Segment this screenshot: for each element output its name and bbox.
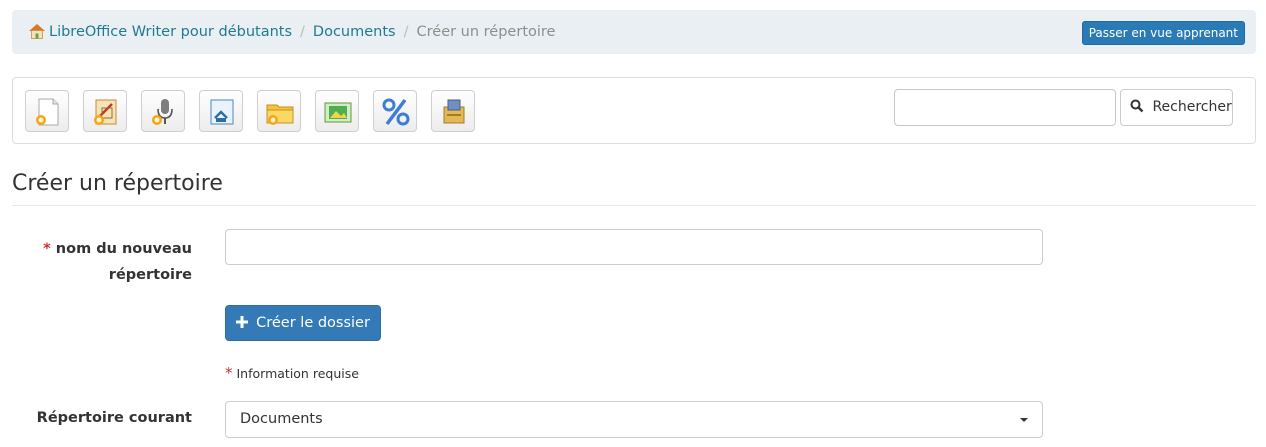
new-folder-button[interactable] — [257, 90, 301, 132]
create-folder-button[interactable]: Créer le dossier — [225, 305, 381, 341]
folder-name-input[interactable] — [225, 229, 1043, 265]
required-marker: * — [43, 241, 51, 257]
breadcrumb-documents-link[interactable]: Documents — [313, 24, 396, 40]
breadcrumb: LibreOffice Writer pour débutants / Docume… — [12, 10, 1256, 54]
documents-toolbar: Rechercher — [12, 77, 1256, 144]
current-directory-label: Répertoire courant — [36, 410, 192, 426]
quota-button[interactable] — [373, 90, 417, 132]
search-button[interactable]: Rechercher — [1120, 89, 1233, 126]
breadcrumb-separator: / — [300, 24, 305, 40]
audio-record-button[interactable] — [141, 90, 185, 132]
folder-name-label: * nom du nouveau répertoire — [20, 236, 192, 288]
plus-icon — [236, 315, 253, 331]
current-directory-value: Documents — [240, 411, 323, 427]
required-info: * Information requise — [225, 364, 359, 382]
folder-name-label-text: nom du nouveau répertoire — [55, 241, 192, 283]
required-info-text: Information requise — [236, 366, 359, 381]
search-button-label: Rechercher — [1152, 99, 1232, 115]
caret-down-icon — [1020, 418, 1028, 422]
new-drawing-button[interactable] — [83, 90, 127, 132]
create-folder-label: Créer le dossier — [256, 315, 370, 331]
current-directory-select[interactable]: Documents — [225, 401, 1043, 438]
breadcrumb-current: Créer un répertoire — [416, 24, 556, 40]
home-icon[interactable] — [28, 23, 46, 43]
new-document-button[interactable] — [25, 90, 69, 132]
page-title: Créer un répertoire — [12, 171, 223, 196]
divider — [12, 205, 1256, 206]
breadcrumb-separator: / — [403, 24, 409, 40]
search-icon — [1130, 99, 1152, 115]
required-marker: * — [225, 364, 233, 382]
learner-view-button[interactable]: Passer en vue apprenant — [1081, 21, 1245, 45]
search-input[interactable] — [894, 89, 1116, 126]
slideshow-button[interactable] — [315, 90, 359, 132]
upload-button[interactable] — [199, 90, 243, 132]
certificate-button[interactable] — [431, 90, 475, 132]
breadcrumb-course-link[interactable]: LibreOffice Writer pour débutants — [49, 24, 292, 40]
